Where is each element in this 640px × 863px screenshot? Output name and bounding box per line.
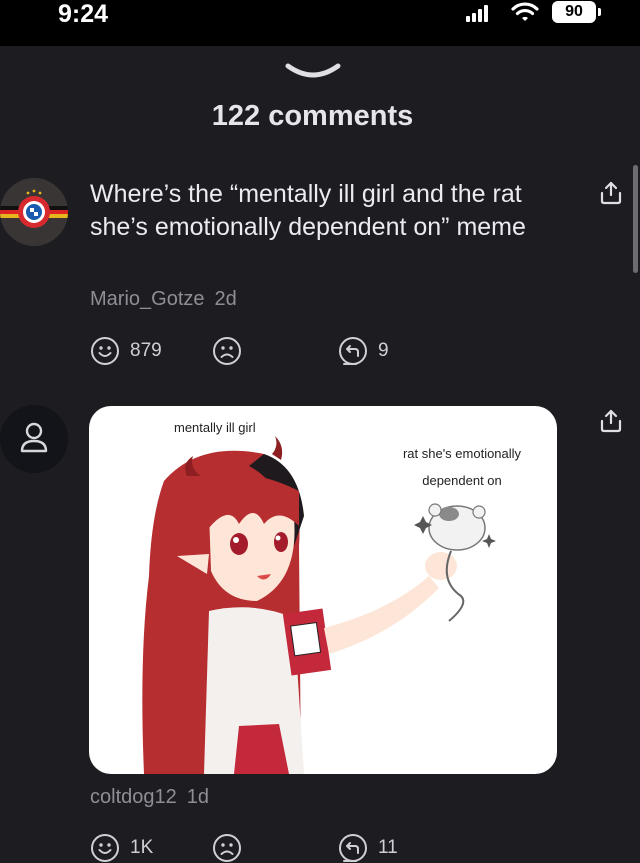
share-icon[interactable]: [598, 180, 624, 206]
status-time: 9:24: [58, 0, 109, 28]
comment-time: 1d: [186, 786, 209, 808]
comment-author[interactable]: Mario_Gotze: [90, 288, 205, 310]
reply-button[interactable]: 11: [338, 833, 398, 863]
wifi-icon: [511, 2, 539, 21]
downvote-button[interactable]: [212, 833, 252, 863]
frown-icon: [213, 834, 241, 862]
comments-count-title: 122 comments: [211, 100, 414, 132]
scrollbar[interactable]: [633, 165, 638, 273]
user-icon: [20, 422, 48, 453]
comment-time: 2d: [214, 288, 237, 310]
smile-icon: [91, 834, 119, 862]
comment-meta: Mario_Gotze 2d: [90, 288, 237, 311]
reply-button[interactable]: 9: [338, 336, 389, 366]
share-icon[interactable]: [598, 408, 624, 434]
frown-icon: [213, 337, 241, 365]
reply-icon: [339, 337, 367, 365]
reply-count: 11: [378, 837, 398, 858]
collapse-chevron-icon[interactable]: [284, 62, 342, 80]
comment-image[interactable]: mentally ill girl rat she's emotionally …: [89, 406, 557, 774]
upvote-button[interactable]: 1K: [90, 833, 153, 863]
comment-author[interactable]: coltdog12: [90, 786, 177, 808]
battery-tip: [598, 8, 601, 16]
downvote-button[interactable]: [212, 336, 252, 366]
club-badge-icon: [0, 189, 68, 228]
meme-illustration: [142, 436, 496, 774]
smile-icon: [91, 337, 119, 365]
upvote-button[interactable]: 879: [90, 336, 162, 366]
avatar[interactable]: [0, 178, 68, 246]
comment-body: Where’s the “mentally ill girl and the r…: [90, 180, 526, 241]
upvote-count: 879: [130, 340, 162, 361]
comment-meta: coltdog12 1d: [90, 786, 209, 809]
reply-count: 9: [378, 340, 389, 361]
cellular-signal-icon: [466, 5, 488, 22]
upvote-count: 1K: [130, 837, 154, 858]
avatar[interactable]: [0, 405, 68, 473]
battery-indicator: 90: [552, 1, 596, 23]
reply-icon: [339, 834, 367, 862]
status-bar: 9:24 90: [0, 0, 640, 46]
